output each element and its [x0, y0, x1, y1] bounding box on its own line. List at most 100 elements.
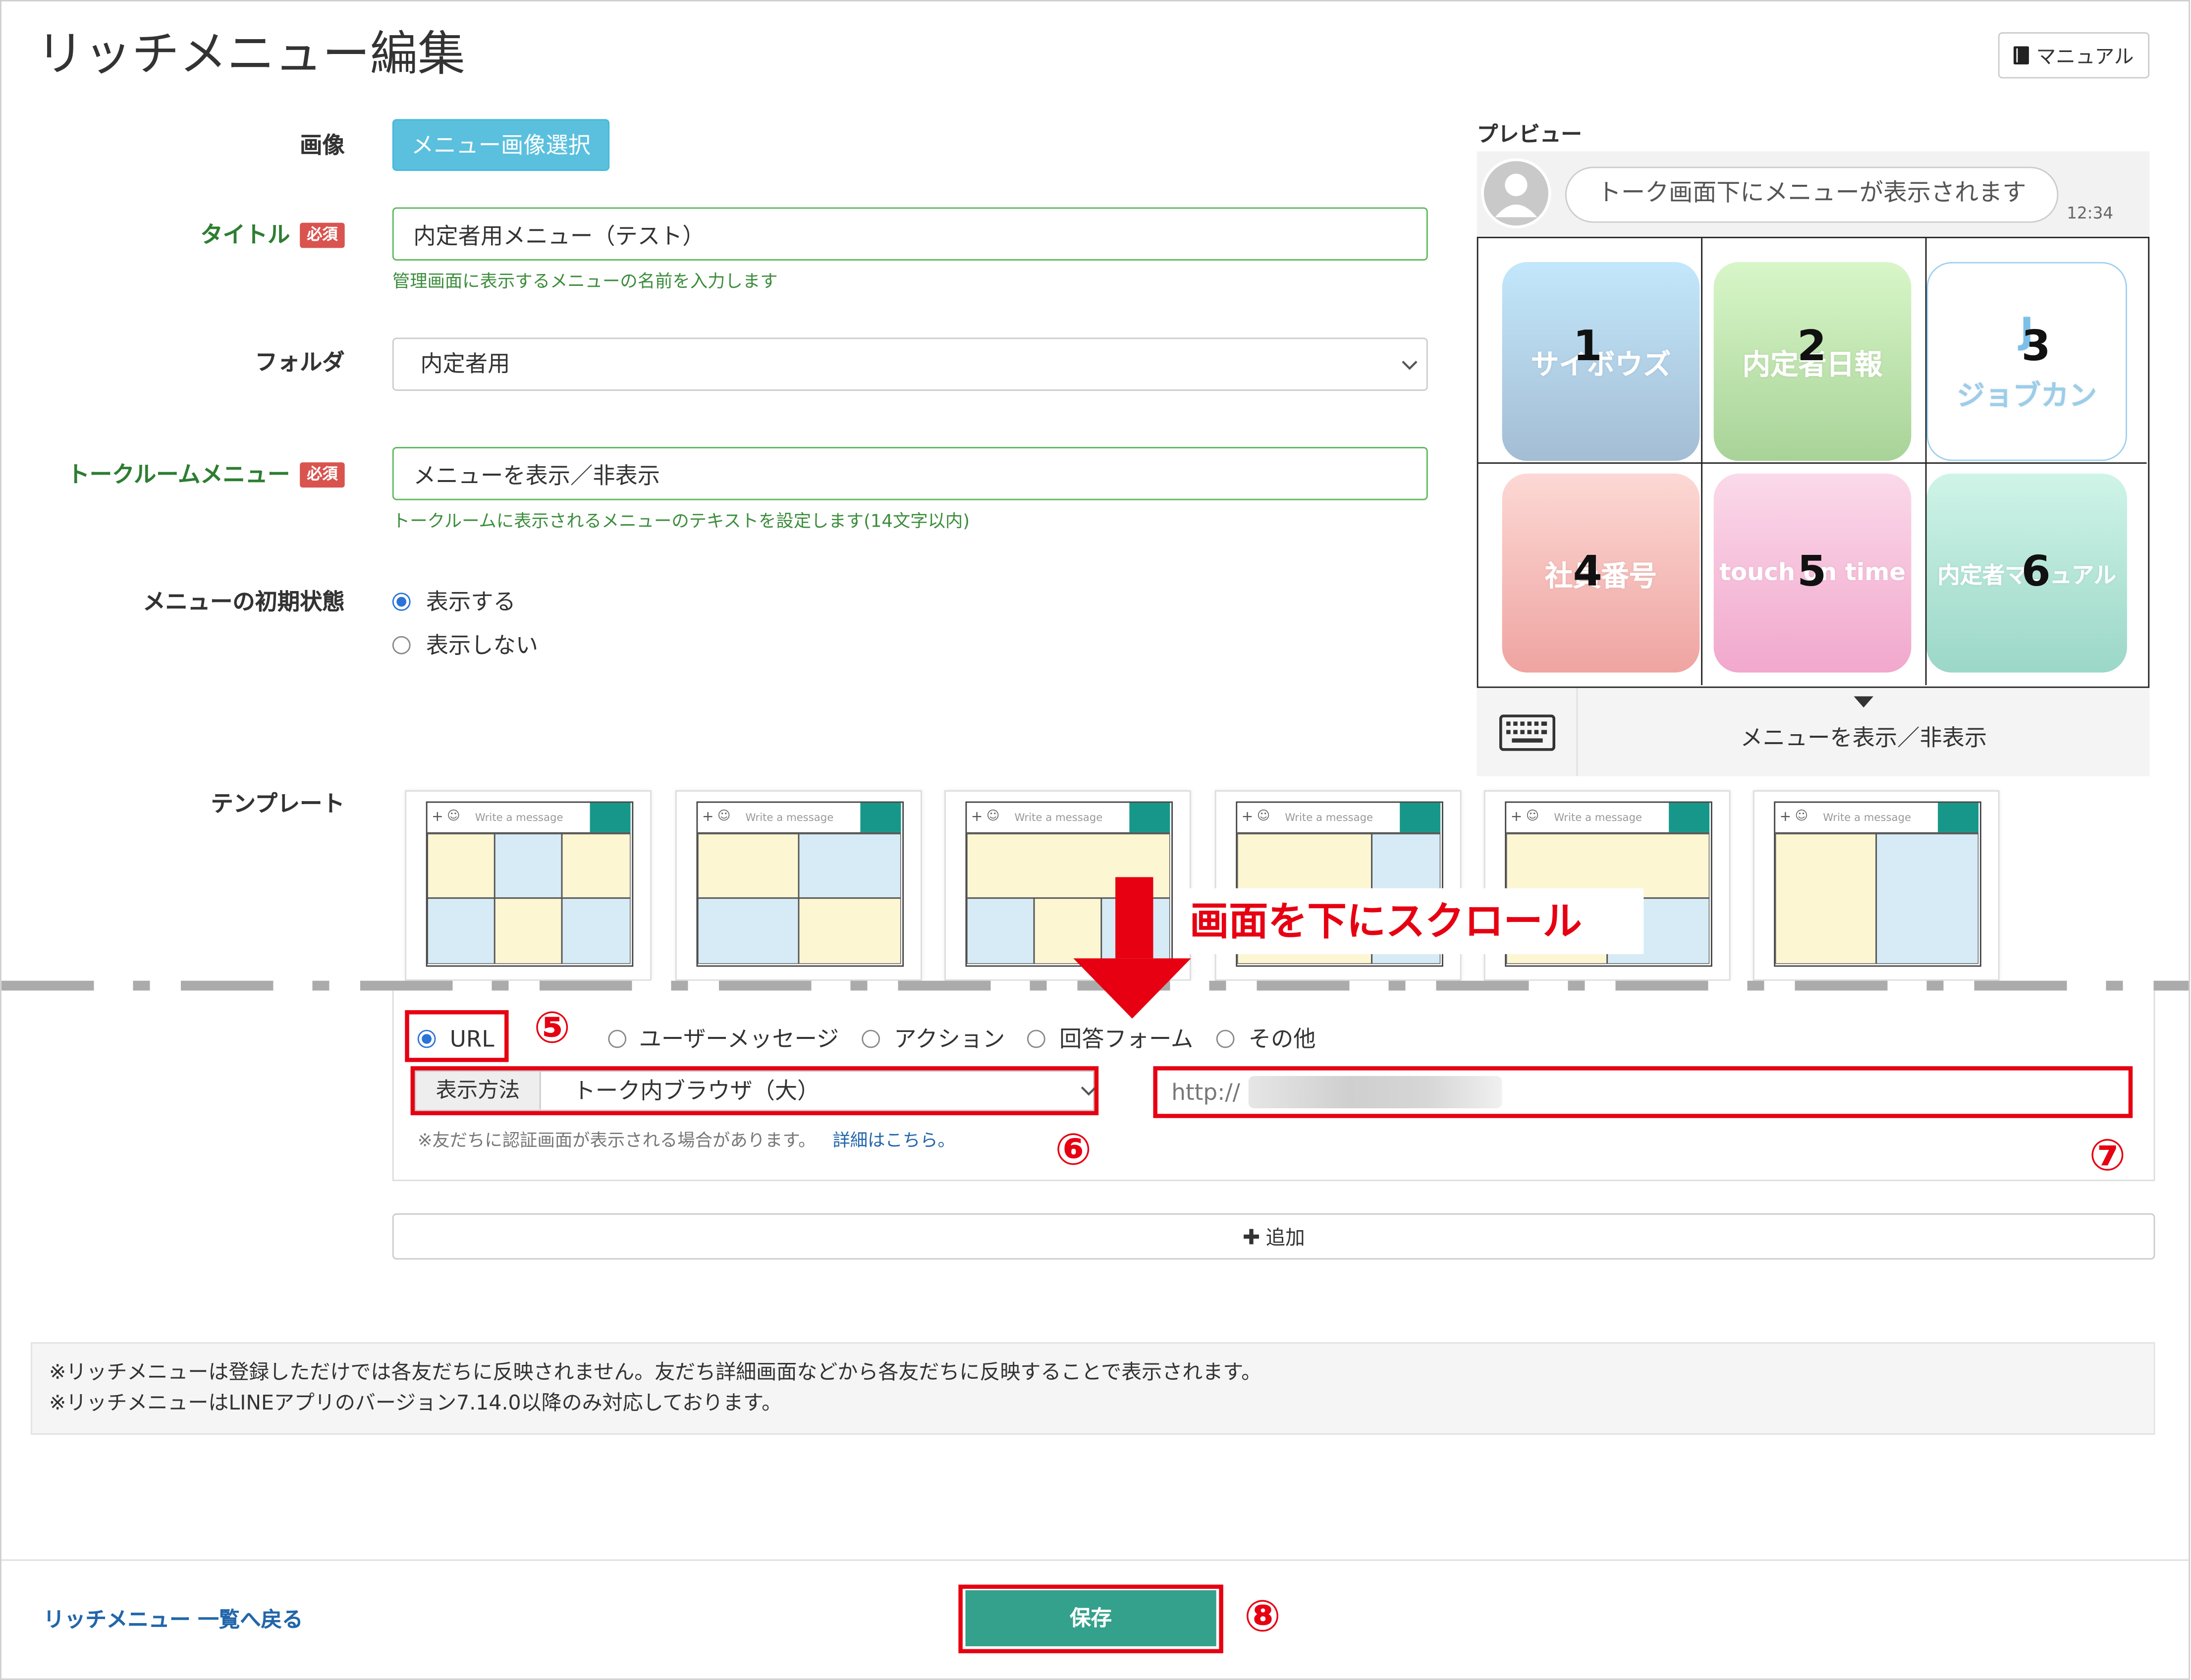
notice-line: ※リッチメニューは登録しただけでは各友だちに反映されません。友だち詳細画面などか… [49, 1361, 1262, 1385]
chat-time: 12:34 [2067, 203, 2114, 223]
preview-menu-bar[interactable]: メニューを表示／非表示 [1477, 688, 2150, 776]
notice-box: ※リッチメニューは登録しただけでは各友だちに反映されません。友だち詳細画面などか… [31, 1342, 2155, 1435]
tile-label: ジョブカン [1957, 378, 2097, 412]
book-icon [2014, 46, 2029, 65]
template-placeholder: Write a message [1285, 811, 1373, 824]
template-placeholder: Write a message [1823, 811, 1912, 824]
folder-select-value: 内定者用 [420, 350, 510, 377]
initial-state-label: メニューの初期状態 [143, 588, 345, 615]
template-input-bar: + ☺ Write a message [698, 803, 901, 834]
plus-icon: + [1241, 810, 1254, 825]
details-link[interactable]: 詳細はこちら。 [832, 1129, 955, 1150]
keyboard-toggle[interactable] [1477, 688, 1578, 776]
template-layout [427, 833, 631, 964]
plus-icon: + [432, 810, 443, 825]
template-option-2[interactable]: + ☺ Write a message [675, 790, 922, 981]
title-label: タイトル 必須 [1, 218, 345, 252]
send-block [860, 803, 901, 832]
template-input-bar: + ☺ Write a message [967, 803, 1170, 834]
select-menu-image-button[interactable]: メニュー画像選択 [392, 119, 610, 171]
chevron-down-icon [1402, 361, 1418, 370]
add-action-button[interactable]: ✚ 追加 [392, 1213, 2155, 1260]
annotation-mark-5: ⑤ [534, 1003, 571, 1054]
annotation-mark-7: ⑦ [2089, 1131, 2126, 1182]
rich-menu-grid: サイボウズ 内定者日報 J ジョブカン 社員番号 touch on time 内… [1477, 236, 2150, 688]
folder-select[interactable]: 内定者用 [392, 337, 1428, 391]
manual-button[interactable]: マニュアル [1998, 32, 2150, 79]
chat-bubble: トーク画面下にメニューが表示されます [1565, 166, 2059, 223]
keyboard-icon [1499, 714, 1556, 751]
person-icon [1481, 158, 1551, 228]
notice-line: ※リッチメニューはLINEアプリのバージョン7.14.0以降のみ対応しております… [49, 1393, 782, 1415]
smiley-icon: ☺ [986, 810, 1000, 824]
annotation-mark-8: ⑧ [1244, 1591, 1281, 1642]
plus-icon: + [1779, 810, 1792, 825]
smiley-icon: ☺ [447, 810, 460, 824]
template-option-1[interactable]: + ☺ Write a message [405, 790, 652, 981]
auth-note-text: ※友だちに認証画面が表示される場合があります。 [417, 1129, 816, 1150]
radio-type-answer-form-label: 回答フォーム [1059, 1026, 1194, 1052]
radio-hide[interactable] [392, 636, 411, 654]
required-badge: 必須 [300, 222, 345, 248]
smiley-icon: ☺ [1526, 810, 1539, 824]
send-block [1938, 803, 1979, 832]
template-thumbnail: + ☺ Write a message [426, 801, 634, 967]
template-thumbnail: + ☺ Write a message [696, 801, 904, 967]
preview-panel: トーク画面下にメニューが表示されます 12:34 サイボウズ 内定者日報 J ジ… [1477, 151, 2150, 776]
caret-down-icon [1854, 696, 1874, 708]
send-block [1400, 803, 1441, 832]
preview-bar-text: メニューを表示／非表示 [1740, 724, 1987, 751]
annotation-mark-6: ⑥ [1055, 1125, 1092, 1176]
send-block [590, 803, 631, 832]
highlight-box-display-method [410, 1066, 1099, 1116]
template-placeholder: Write a message [1014, 811, 1103, 824]
template-placeholder: Write a message [745, 811, 834, 824]
radio-show-label: 表示する [426, 588, 516, 615]
footer-divider [1, 1559, 2189, 1561]
talkroom-menu-label: トークルームメニュー 必須 [1, 458, 345, 492]
manual-label: マニュアル [2036, 45, 2134, 68]
template-input-bar: + ☺ Write a message [427, 803, 631, 834]
template-input-bar: + ☺ Write a message [1506, 803, 1710, 834]
back-to-list-link[interactable]: リッチメニュー 一覧へ戻る [44, 1604, 303, 1635]
template-option-6[interactable]: + ☺ Write a message [1753, 790, 2000, 981]
auth-note: ※友だちに認証画面が表示される場合があります。 詳細はこちら。 [418, 1129, 955, 1151]
tile-number: 6 [2021, 547, 2051, 597]
image-label: 画像 [300, 131, 345, 159]
smiley-icon: ☺ [1257, 810, 1270, 824]
plus-icon: + [971, 810, 983, 825]
radio-type-user-message[interactable] [608, 1030, 627, 1048]
arrow-down-icon [1073, 877, 1191, 1019]
radio-type-answer-form[interactable] [1027, 1030, 1045, 1048]
template-layout [1775, 833, 1979, 964]
radio-type-url[interactable] [417, 1030, 436, 1048]
tile-number: 4 [1573, 547, 1602, 597]
radio-show[interactable] [392, 593, 411, 611]
title-input[interactable] [392, 207, 1428, 261]
template-placeholder: Write a message [475, 811, 563, 824]
highlight-box-save [958, 1584, 1223, 1654]
preview-label: プレビュー [1477, 122, 1582, 147]
radio-type-action[interactable] [862, 1030, 880, 1048]
talkroom-menu-help-text: トークルームに表示されるメニューのテキストを設定します(14文字以内) [392, 510, 970, 531]
template-layout [698, 833, 901, 964]
send-block [1669, 803, 1710, 832]
radio-hide-label: 表示しない [426, 632, 538, 659]
template-input-bar: + ☺ Write a message [1775, 803, 1979, 834]
tile-number: 5 [1797, 547, 1827, 597]
rich-menu-edit-page: リッチメニュー編集 マニュアル 画像 メニュー画像選択 タイトル 必須 管理画面… [0, 0, 2191, 1680]
template-input-bar: + ☺ Write a message [1237, 803, 1441, 834]
template-thumbnail: + ☺ Write a message [1774, 801, 1981, 967]
radio-type-other-label: その他 [1248, 1026, 1316, 1052]
radio-type-other[interactable] [1216, 1030, 1235, 1048]
folder-label: フォルダ [255, 349, 345, 376]
tile-number: 1 [1573, 322, 1602, 372]
smiley-icon: ☺ [1795, 810, 1808, 824]
radio-type-action-label: アクション [894, 1026, 1005, 1052]
required-badge: 必須 [300, 462, 345, 488]
template-label: テンプレート [211, 790, 345, 817]
page-title: リッチメニュー編集 [36, 26, 465, 83]
talkroom-menu-input[interactable] [392, 447, 1428, 500]
add-action-label: 追加 [1265, 1226, 1305, 1249]
radio-type-user-message-label: ユーザーメッセージ [639, 1026, 839, 1052]
